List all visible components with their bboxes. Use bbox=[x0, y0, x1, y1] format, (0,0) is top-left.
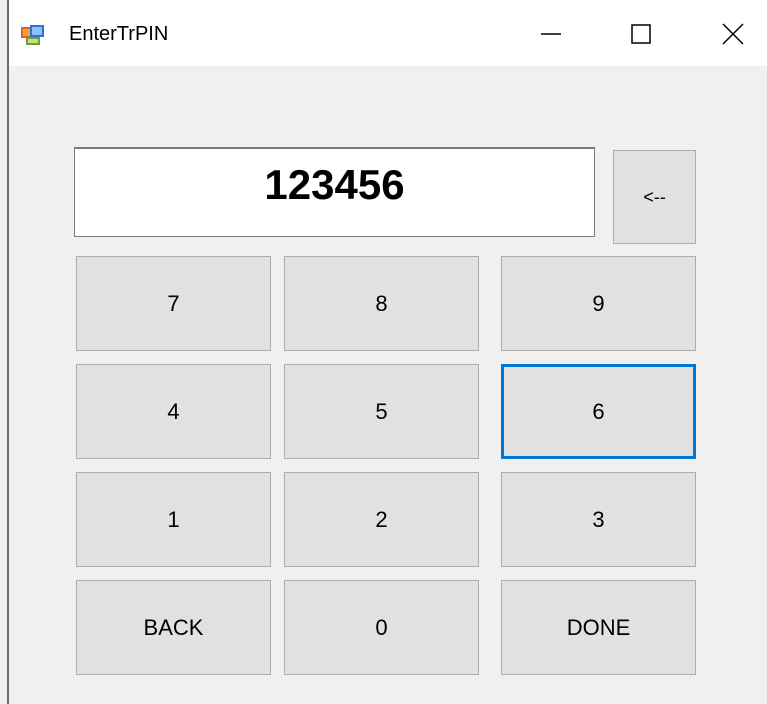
key-9-button[interactable]: 9 bbox=[501, 256, 696, 351]
backspace-button[interactable]: <-- bbox=[613, 150, 696, 244]
key-5-button[interactable]: 5 bbox=[284, 364, 479, 459]
app-icon bbox=[21, 24, 45, 46]
window-left-edge bbox=[7, 0, 9, 704]
minimize-icon bbox=[541, 33, 561, 35]
key-0-button[interactable]: 0 bbox=[284, 580, 479, 675]
key-6-button[interactable]: 6 bbox=[501, 364, 696, 459]
close-icon bbox=[722, 23, 744, 45]
pin-display[interactable]: 123456 bbox=[74, 147, 595, 237]
title-bar[interactable]: EnterTrPIN bbox=[9, 0, 767, 66]
maximize-button[interactable] bbox=[611, 12, 671, 56]
key-4-button[interactable]: 4 bbox=[76, 364, 271, 459]
pin-entry-window: EnterTrPIN 123456 <-- 7 8 9 4 5 6 1 2 3 … bbox=[0, 0, 767, 704]
key-8-button[interactable]: 8 bbox=[284, 256, 479, 351]
close-button[interactable] bbox=[703, 12, 763, 56]
key-2-button[interactable]: 2 bbox=[284, 472, 479, 567]
done-button[interactable]: DONE bbox=[501, 580, 696, 675]
minimize-button[interactable] bbox=[521, 12, 581, 56]
window-title: EnterTrPIN bbox=[69, 23, 169, 45]
key-7-button[interactable]: 7 bbox=[76, 256, 271, 351]
key-1-button[interactable]: 1 bbox=[76, 472, 271, 567]
back-button[interactable]: BACK bbox=[76, 580, 271, 675]
maximize-icon bbox=[631, 24, 651, 44]
key-3-button[interactable]: 3 bbox=[501, 472, 696, 567]
